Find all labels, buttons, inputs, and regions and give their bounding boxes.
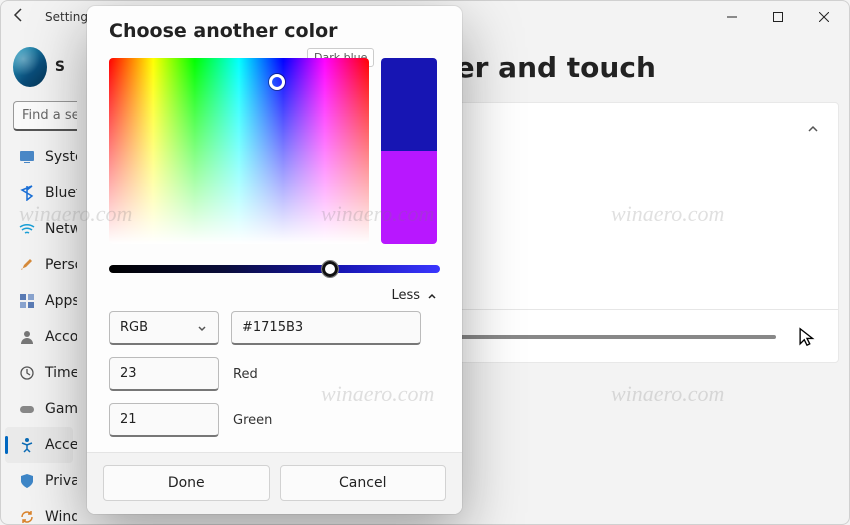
minimize-button[interactable] [709, 1, 755, 33]
green-input[interactable]: 21 [109, 403, 219, 437]
accessibility-icon [19, 436, 35, 454]
person-icon [19, 328, 35, 346]
update-icon [19, 508, 35, 525]
nav-personalization[interactable]: Personalization [5, 247, 73, 283]
red-label: Red [233, 367, 258, 382]
value-slider[interactable] [109, 260, 440, 278]
nav-system[interactable]: System [5, 139, 73, 175]
settings-window: Settings S Find a setting System Bluetoo… [0, 0, 850, 525]
clock-icon [19, 364, 35, 382]
maximize-button[interactable] [755, 1, 801, 33]
nav-time[interactable]: Time & language [5, 355, 73, 391]
nav-apps[interactable]: Apps [5, 283, 73, 319]
nav-gaming[interactable]: Gaming [5, 391, 73, 427]
cancel-button[interactable]: Cancel [280, 465, 447, 501]
dialog-title: Choose another color [109, 20, 440, 42]
back-row: Settings [11, 7, 94, 26]
spectrum-selector[interactable] [269, 74, 285, 90]
done-button[interactable]: Done [103, 465, 270, 501]
system-icon [19, 148, 35, 166]
color-picker-dialog: Choose another color Dark blue Less RGB … [87, 6, 462, 514]
nav-accessibility[interactable]: Accessibility [5, 427, 73, 463]
nav-update[interactable]: Windows Update [5, 499, 73, 525]
red-input[interactable]: 23 [109, 357, 219, 391]
profile[interactable]: S [1, 41, 77, 93]
hex-input[interactable]: #1715B3 [231, 311, 421, 345]
profile-name: S [55, 59, 65, 75]
nav-network[interactable]: Network & internet [5, 211, 73, 247]
chevron-down-icon [196, 322, 208, 334]
nav-accounts[interactable]: Accounts [5, 319, 73, 355]
color-mode-select[interactable]: RGB [109, 311, 219, 345]
color-preview [381, 58, 437, 244]
back-button[interactable] [11, 7, 27, 26]
search-input[interactable]: Find a setting [13, 101, 77, 131]
value-thumb[interactable] [321, 260, 339, 278]
less-toggle[interactable]: Less [111, 288, 438, 303]
nav-list: System Bluetooth & devices Network & int… [1, 139, 77, 525]
color-spectrum[interactable] [109, 58, 369, 244]
preview-current [381, 58, 437, 151]
brush-icon [19, 256, 35, 274]
collapse-button[interactable] [806, 121, 820, 140]
wifi-icon [19, 220, 35, 238]
bluetooth-icon [19, 184, 35, 202]
shield-icon [19, 472, 35, 490]
close-button[interactable] [801, 1, 847, 33]
sidebar: S Find a setting System Bluetooth & devi… [1, 41, 77, 525]
green-label: Green [233, 413, 272, 428]
avatar [13, 47, 47, 87]
nav-bluetooth[interactable]: Bluetooth & devices [5, 175, 73, 211]
gaming-icon [19, 400, 35, 418]
dialog-footer: Done Cancel [87, 452, 462, 514]
nav-privacy[interactable]: Privacy & security [5, 463, 73, 499]
apps-icon [19, 292, 35, 310]
preview-previous [381, 151, 437, 244]
cursor-large-icon [796, 326, 818, 348]
